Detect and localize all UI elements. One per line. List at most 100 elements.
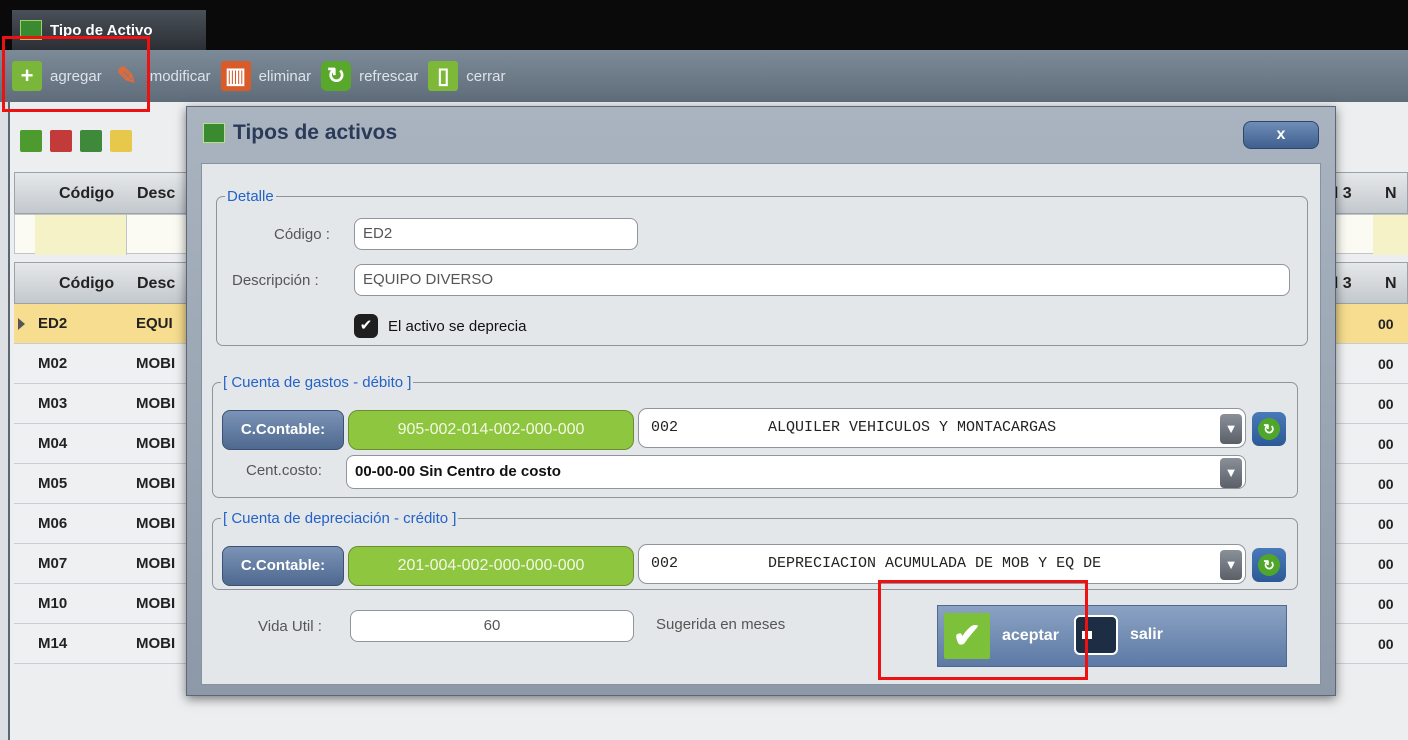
app-icon: [20, 20, 42, 40]
filter-cell-codigo[interactable]: [35, 215, 127, 255]
cell-codigo: M06: [38, 515, 68, 532]
codigo-label: Código :: [274, 226, 330, 243]
cell-codigo: M14: [38, 635, 68, 652]
exit-button[interactable]: salir: [1074, 615, 1163, 655]
document-icon: ▯: [428, 61, 459, 91]
deprecia-label: El activo se deprecia: [388, 317, 527, 335]
chevron-down-icon[interactable]: ▼: [1220, 550, 1242, 580]
cell-desc: MOBI: [136, 475, 176, 492]
chevron-down-icon[interactable]: ▼: [1220, 414, 1242, 444]
refresh-button[interactable]: ↻ refrescar: [321, 58, 418, 94]
cell-desc: MOBI: [136, 355, 176, 372]
depreciacion-account-field[interactable]: 201-004-002-000-000-000: [348, 546, 634, 586]
dialog-title-text: Tipos de activos: [233, 121, 398, 144]
depreciacion-account-combo[interactable]: 002 DEPRECIACION ACUMULADA DE MOB Y EQ D…: [638, 544, 1246, 584]
toolbar: + agregar ✎ modificar ▥ eliminar ↻ refrescar…: [0, 50, 1408, 102]
accept-button[interactable]: ✔ aceptar: [944, 613, 1059, 659]
delete-button[interactable]: ▥ eliminar: [220, 58, 312, 94]
dialog-title: Tipos de activos: [203, 121, 397, 145]
gastos-contable-button[interactable]: C.Contable:: [222, 410, 344, 450]
edit-button[interactable]: ✎ modificar: [112, 58, 211, 94]
cell-n: 00: [1378, 356, 1394, 372]
add-label: agregar: [50, 67, 102, 85]
refresh-label: refrescar: [359, 67, 419, 85]
cell-desc: MOBI: [136, 595, 176, 612]
depreciacion-contable-button[interactable]: C.Contable:: [222, 546, 344, 586]
gastos-account-combo[interactable]: 002 ALQUILER VEHICULOS Y MONTACARGAS: [638, 408, 1246, 448]
column-header-n[interactable]: N: [1385, 173, 1397, 215]
asset-type-dialog: Tipos de activos x Detalle Código : ED2 …: [186, 106, 1336, 696]
cell-desc: MOBI: [136, 435, 176, 452]
vida-label: Vida Util :: [258, 618, 322, 635]
column-header-desc[interactable]: Desc: [137, 173, 175, 215]
cell-n: 00: [1378, 596, 1394, 612]
dialog-close-button[interactable]: x: [1243, 121, 1319, 149]
column-header-codigo[interactable]: Código: [59, 263, 114, 305]
cell-n: 00: [1378, 436, 1394, 452]
refresh-icon: ↻: [1258, 554, 1280, 576]
centcosto-combo[interactable]: 00-00-00 Sin Centro de costo: [346, 455, 1246, 489]
row-pointer-icon: [18, 318, 25, 330]
cell-codigo: M07: [38, 555, 68, 572]
close-label: cerrar: [466, 67, 506, 85]
vida-input[interactable]: 60: [350, 610, 634, 642]
edit-label: modificar: [149, 67, 211, 85]
accept-label: aceptar: [1002, 627, 1059, 644]
cell-codigo: ED2: [38, 315, 68, 332]
cell-codigo: M10: [38, 595, 68, 612]
grid-mini-toolbar: [20, 130, 132, 152]
plus-icon: +: [12, 61, 42, 91]
window-tab-title: Tipo de Activo: [50, 21, 153, 39]
cell-n: 00: [1378, 556, 1394, 572]
vida-hint: Sugerida en meses: [656, 616, 786, 633]
cell-codigo: M02: [38, 355, 68, 372]
exit-icon: [1074, 615, 1118, 655]
close-button[interactable]: ▯ cerrar: [428, 58, 505, 94]
filter-cell-n[interactable]: [1373, 215, 1408, 255]
refresh-icon: ↻: [1258, 418, 1280, 440]
cell-n: 00: [1378, 476, 1394, 492]
codigo-input[interactable]: ED2: [354, 218, 638, 250]
centcosto-label: Cent.costo:: [246, 462, 322, 479]
depreciacion-refresh-button[interactable]: ↻: [1252, 548, 1286, 582]
cell-desc: EQUI: [136, 315, 173, 332]
cell-desc: MOBI: [136, 635, 176, 652]
cell-n: 00: [1378, 396, 1394, 412]
gastos-refresh-button[interactable]: ↻: [1252, 412, 1286, 446]
exit-label: salir: [1130, 626, 1163, 643]
cell-desc: MOBI: [136, 515, 176, 532]
add-button[interactable]: + agregar: [12, 58, 102, 94]
window-tab[interactable]: Tipo de Activo: [12, 10, 206, 50]
detalle-legend: Detalle: [227, 188, 274, 205]
descripcion-input[interactable]: EQUIPO DIVERSO: [354, 264, 1290, 296]
column-header-n[interactable]: N: [1385, 263, 1397, 305]
deprecia-checkbox[interactable]: ✔ El activo se deprecia: [354, 314, 526, 338]
delete-label: eliminar: [258, 67, 312, 85]
light-icon[interactable]: [110, 130, 132, 152]
export-icon[interactable]: [50, 130, 72, 152]
gastos-legend: [ Cuenta de gastos - débito ]: [223, 374, 412, 391]
chevron-down-icon[interactable]: ▼: [1220, 458, 1242, 488]
filter-icon[interactable]: [20, 130, 42, 152]
checkmark-icon: ✔: [354, 314, 378, 338]
cell-codigo: M05: [38, 475, 68, 492]
print-icon[interactable]: [80, 130, 102, 152]
cell-n: 00: [1378, 636, 1394, 652]
pencil-icon: ✎: [116, 62, 137, 90]
column-header-codigo[interactable]: Código: [59, 173, 114, 215]
descripcion-label: Descripción :: [232, 272, 319, 289]
cell-codigo: M03: [38, 395, 68, 412]
cell-n: 00: [1378, 316, 1394, 332]
dialog-actions: ✔ aceptar salir: [937, 605, 1287, 667]
cell-n: 00: [1378, 516, 1394, 532]
cell-codigo: M04: [38, 435, 68, 452]
gastos-account-field[interactable]: 905-002-014-002-000-000: [348, 410, 634, 450]
cell-desc: MOBI: [136, 555, 176, 572]
checkmark-icon: ✔: [944, 613, 990, 659]
trash-icon: ▥: [220, 61, 251, 91]
refresh-icon: ↻: [321, 61, 352, 91]
column-header-desc[interactable]: Desc: [137, 263, 175, 305]
cell-desc: MOBI: [136, 395, 176, 412]
title-bar: Tipo de Activo: [0, 0, 1408, 50]
dialog-icon: [203, 123, 225, 143]
